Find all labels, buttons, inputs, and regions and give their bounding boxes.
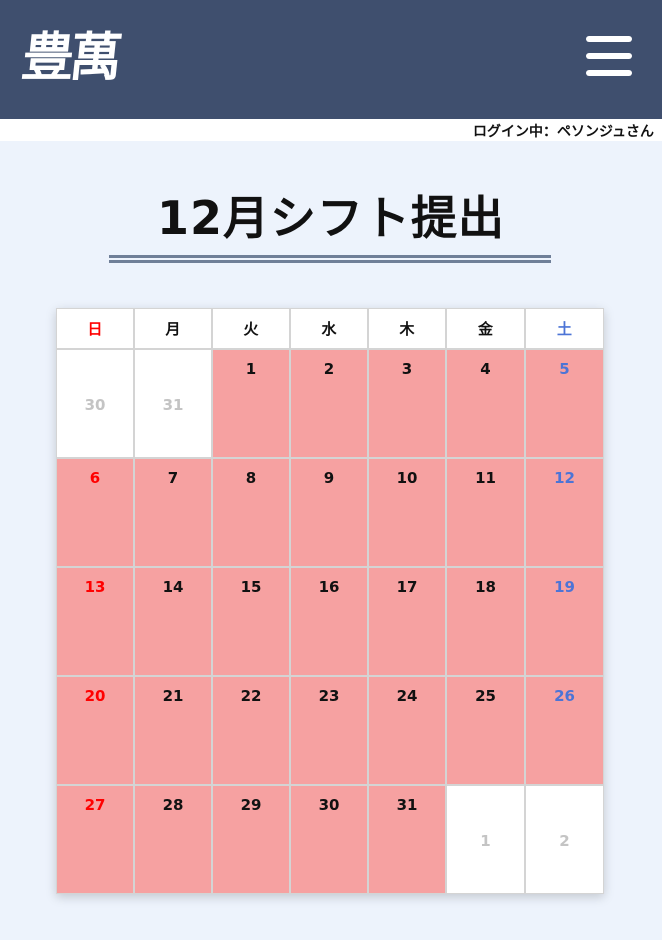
menu-bar-bottom [586, 70, 632, 76]
day-number: 1 [480, 832, 491, 850]
login-status-bar: ログイン中：ペソンジュさん [0, 119, 662, 141]
calendar-day-cell-outside-month: 30 [56, 349, 134, 458]
calendar-day-cell[interactable]: 15 [212, 567, 290, 676]
app-header: 豊萬 [0, 0, 662, 119]
menu-bar-middle [586, 53, 632, 59]
calendar-day-cell[interactable]: 29 [212, 785, 290, 894]
weekday-header: 水 [290, 308, 368, 349]
menu-bar-top [586, 36, 632, 42]
calendar-day-cell[interactable]: 23 [290, 676, 368, 785]
day-number: 18 [475, 578, 496, 596]
day-number: 6 [89, 469, 101, 487]
shift-calendar: 日月火水木金土 30 31 1 2 3 4 5 6 7 8 9 10 11 12 13 14 15 16 17 18 19… [56, 308, 604, 894]
calendar-day-cell-outside-month: 31 [134, 349, 212, 458]
day-number: 10 [396, 469, 418, 487]
calendar-day-cell[interactable]: 14 [134, 567, 212, 676]
calendar-day-cell[interactable]: 12 [525, 458, 604, 567]
calendar-day-cell[interactable]: 4 [446, 349, 525, 458]
weekday-header: 月 [134, 308, 212, 349]
calendar-day-cell[interactable]: 7 [134, 458, 212, 567]
title-double-underline [109, 255, 551, 263]
day-number: 20 [84, 687, 106, 705]
weekday-header: 火 [212, 308, 290, 349]
day-number: 15 [240, 578, 262, 596]
day-number: 2 [323, 360, 335, 378]
calendar-day-cell[interactable]: 19 [525, 567, 604, 676]
calendar-day-cell[interactable]: 24 [368, 676, 446, 785]
calendar-day-cell[interactable]: 5 [525, 349, 604, 458]
brand-logo[interactable]: 豊萬 [17, 14, 136, 102]
calendar-day-cell[interactable]: 28 [134, 785, 212, 894]
calendar-day-cell-outside-month: 2 [525, 785, 604, 894]
day-number: 12 [554, 469, 575, 487]
calendar-day-cell[interactable]: 3 [368, 349, 446, 458]
calendar-day-cell[interactable]: 20 [56, 676, 134, 785]
weekday-header: 日 [56, 308, 134, 349]
calendar-day-cell[interactable]: 17 [368, 567, 446, 676]
weekday-header: 木 [368, 308, 446, 349]
calendar-day-cell[interactable]: 16 [290, 567, 368, 676]
calendar-day-cell[interactable]: 26 [525, 676, 604, 785]
day-number: 29 [240, 796, 262, 814]
day-number: 9 [323, 469, 335, 487]
calendar-day-cell[interactable]: 6 [56, 458, 134, 567]
calendar-day-cell[interactable]: 13 [56, 567, 134, 676]
day-number: 31 [162, 396, 184, 414]
day-number: 21 [162, 687, 184, 705]
day-number: 25 [475, 687, 496, 705]
calendar-day-cell[interactable]: 10 [368, 458, 446, 567]
day-number: 27 [84, 796, 106, 814]
login-status-text: ログイン中：ペソンジュさん [472, 124, 654, 140]
calendar-day-cell[interactable]: 1 [212, 349, 290, 458]
day-number: 8 [245, 469, 257, 487]
day-number: 14 [162, 578, 184, 596]
day-number: 31 [396, 796, 418, 814]
weekday-header: 金 [446, 308, 525, 349]
day-number: 5 [559, 360, 570, 378]
weekday-header: 土 [525, 308, 604, 349]
day-number: 28 [162, 796, 184, 814]
day-number: 1 [245, 360, 257, 378]
calendar-day-cell[interactable]: 9 [290, 458, 368, 567]
day-number: 23 [318, 687, 340, 705]
day-number: 4 [480, 360, 491, 378]
calendar-day-cell[interactable]: 8 [212, 458, 290, 567]
calendar-day-cell-outside-month: 1 [446, 785, 525, 894]
day-number: 13 [84, 578, 106, 596]
calendar-day-cell[interactable]: 27 [56, 785, 134, 894]
day-number: 24 [396, 687, 418, 705]
day-number: 30 [84, 396, 106, 414]
day-number: 11 [475, 469, 496, 487]
day-number: 17 [396, 578, 418, 596]
day-number: 30 [318, 796, 340, 814]
day-number: 7 [167, 469, 179, 487]
calendar-day-cell[interactable]: 30 [290, 785, 368, 894]
day-number: 26 [554, 687, 575, 705]
calendar-day-cell[interactable]: 11 [446, 458, 525, 567]
calendar-day-cell[interactable]: 21 [134, 676, 212, 785]
calendar-day-cell[interactable]: 22 [212, 676, 290, 785]
day-number: 3 [401, 360, 413, 378]
calendar-day-cell[interactable]: 25 [446, 676, 525, 785]
day-number: 19 [554, 578, 575, 596]
hamburger-menu-icon[interactable] [586, 36, 632, 78]
calendar-day-cell[interactable]: 2 [290, 349, 368, 458]
calendar-day-cell[interactable]: 31 [368, 785, 446, 894]
day-number: 16 [318, 578, 340, 596]
day-number: 22 [240, 687, 262, 705]
page-title: 12月シフト提出 [156, 191, 505, 245]
day-number: 2 [559, 832, 570, 850]
calendar-day-cell[interactable]: 18 [446, 567, 525, 676]
calendar-grid: 日月火水木金土 30 31 1 2 3 4 5 6 7 8 9 10 11 12 13 14 15 16 17 18 19… [56, 308, 604, 894]
